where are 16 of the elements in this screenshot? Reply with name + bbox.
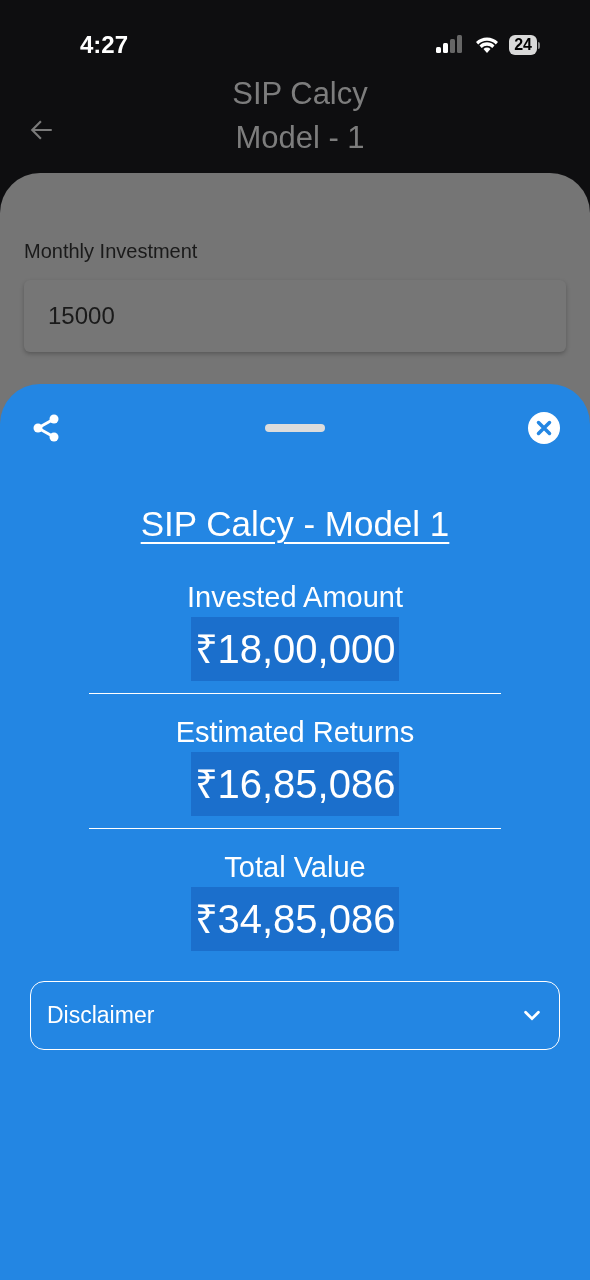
result-value: ₹18,00,000 (190, 616, 400, 681)
field-label: Monthly Investment (24, 239, 199, 264)
result-value: ₹16,85,086 (190, 751, 400, 816)
status-time: 4:27 (80, 30, 129, 60)
battery-level: 24 (509, 35, 537, 55)
result-value: ₹34,85,086 (190, 886, 400, 951)
screen-title: SIP Calcy Model - 1 (231, 74, 368, 157)
result-title: SIP Calcy - Model 1 (140, 503, 450, 545)
wifi-icon (475, 36, 500, 54)
disclaimer-dropdown[interactable]: Disclaimer (30, 980, 560, 1050)
monthly-investment-field[interactable]: 15000 (24, 280, 566, 352)
close-icon[interactable] (528, 412, 560, 444)
result-label: Estimated Returns (175, 714, 415, 750)
result-label: Invested Amount (187, 579, 403, 615)
drag-handle[interactable] (265, 424, 325, 432)
result-label: Total Value (224, 849, 366, 885)
